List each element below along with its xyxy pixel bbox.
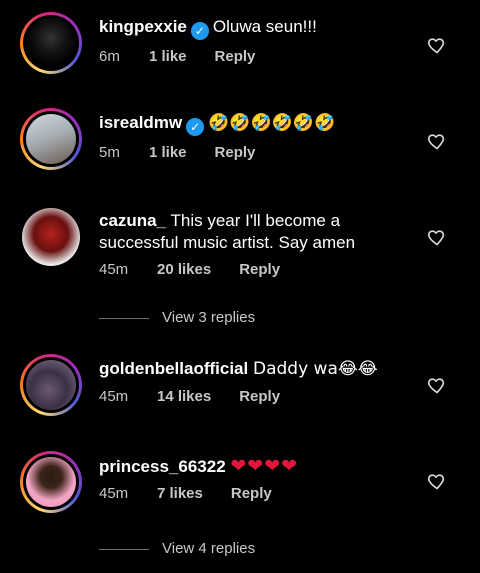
comment-meta: 45m 7 likes Reply [99, 485, 272, 503]
heart-icon[interactable] [427, 471, 447, 491]
username[interactable]: cazuna_ [99, 211, 166, 230]
comment-body: 🤣🤣🤣🤣🤣🤣 [208, 113, 336, 133]
likes-count[interactable]: 1 like [149, 48, 187, 66]
view-replies-button[interactable]: View 4 replies [99, 540, 299, 560]
view-replies-button[interactable]: View 3 replies [99, 309, 299, 329]
timestamp: 45m [99, 485, 129, 502]
reply-button[interactable]: Reply [215, 48, 256, 66]
timestamp: 5m [99, 144, 120, 161]
comment-item: cazuna_ This year I'll become a successf… [0, 204, 480, 294]
reply-button[interactable]: Reply [239, 261, 280, 279]
username[interactable]: kingpexxie [99, 17, 187, 36]
timestamp: 6m [99, 48, 120, 65]
comment-text-block: goldenbellaofficial Daddy wa😂😂 [99, 358, 419, 380]
comment-body: Daddy wa😂😂 [252, 359, 378, 379]
comment-item: goldenbellaofficial Daddy wa😂😂 45m 14 li… [0, 352, 480, 442]
comment-text-block: cazuna_ This year I'll become a successf… [99, 210, 399, 254]
username[interactable]: isrealdmw [99, 113, 182, 132]
reply-button[interactable]: Reply [231, 485, 272, 503]
divider [99, 549, 149, 550]
comment-text-block: isrealdmw ✓ 🤣🤣🤣🤣🤣🤣 [99, 112, 419, 136]
comment-meta: 6m 1 like Reply [99, 48, 255, 66]
reply-button[interactable]: Reply [239, 388, 280, 406]
avatar[interactable] [20, 108, 82, 170]
likes-count[interactable]: 7 likes [157, 485, 203, 503]
avatar[interactable] [20, 12, 82, 74]
comment-text-block: kingpexxie ✓ Oluwa seun!!! [99, 16, 419, 40]
avatar[interactable] [20, 206, 82, 268]
heart-icon[interactable] [427, 131, 447, 151]
comment-meta: 45m 14 likes Reply [99, 388, 280, 406]
reply-button[interactable]: Reply [215, 144, 256, 162]
comment-meta: 5m 1 like Reply [99, 144, 255, 162]
comment-item: princess_66322 ❤❤❤❤ 45m 7 likes Reply [0, 449, 480, 539]
timestamp: 45m [99, 388, 129, 405]
comment-item: isrealdmw ✓ 🤣🤣🤣🤣🤣🤣 5m 1 like Reply [0, 106, 480, 196]
verified-badge-icon: ✓ [190, 22, 209, 40]
username[interactable]: goldenbellaofficial [99, 359, 248, 378]
comment-body: ❤❤❤❤ [230, 455, 299, 477]
likes-count[interactable]: 14 likes [157, 388, 211, 406]
verified-badge-icon: ✓ [186, 118, 205, 136]
username[interactable]: princess_66322 [99, 457, 226, 476]
likes-count[interactable]: 1 like [149, 144, 187, 162]
comment-item: kingpexxie ✓ Oluwa seun!!! 6m 1 like Reply [0, 10, 480, 100]
view-replies-label: View 3 replies [162, 309, 256, 326]
comment-body: Oluwa seun!!! [212, 17, 317, 36]
heart-icon[interactable] [427, 35, 447, 55]
divider [99, 318, 149, 319]
timestamp: 45m [99, 261, 129, 278]
view-replies-label: View 4 replies [162, 540, 256, 557]
comment-meta: 45m 20 likes Reply [99, 261, 280, 279]
likes-count[interactable]: 20 likes [157, 261, 211, 279]
avatar[interactable] [20, 354, 82, 416]
avatar[interactable] [20, 451, 82, 513]
heart-icon[interactable] [427, 227, 447, 247]
comment-text-block: princess_66322 ❤❤❤❤ [99, 455, 419, 478]
heart-icon[interactable] [427, 375, 447, 395]
